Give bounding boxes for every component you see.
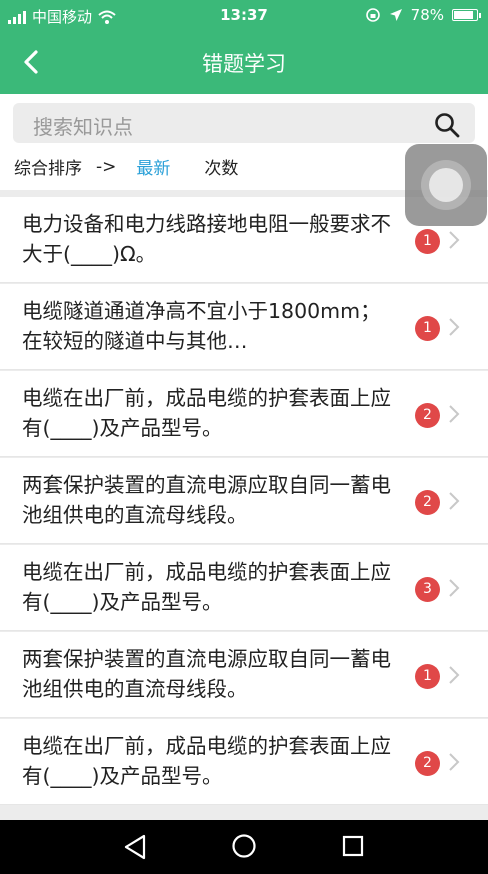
status-bar: 中国移动 13:37 78%	[0, 0, 488, 30]
question-text: 电缆隧道通道净高不宜小于1800mm；在较短的隧道中与其他…	[22, 299, 381, 353]
sort-bar: 综合排序 -> 最新 次数	[14, 154, 238, 180]
question-text: 电缆在出厂前，成品电缆的护套表面上应有(____)及产品型号。	[22, 734, 391, 788]
sort-comprehensive[interactable]: 综合排序	[14, 154, 82, 179]
chevron-right-icon	[449, 231, 460, 249]
question-text: 两套保护装置的直流电源应取自同一蓄电池组供电的直流母线段。	[22, 647, 391, 701]
chevron-right-icon	[449, 666, 460, 684]
list-item[interactable]: 电缆在出厂前，成品电缆的护套表面上应有(____)及产品型号。 2	[0, 371, 488, 457]
chevron-right-icon	[449, 753, 460, 771]
back-triangle-icon[interactable]	[122, 833, 148, 861]
question-text: 电缆在出厂前，成品电缆的护套表面上应有(____)及产品型号。	[22, 386, 391, 440]
list-item[interactable]: 电缆隧道通道净高不宜小于1800mm；在较短的隧道中与其他… 1	[0, 284, 488, 370]
question-text: 两套保护装置的直流电源应取自同一蓄电池组供电的直流母线段。	[22, 473, 391, 527]
list-item[interactable]: 两套保护装置的直流电源应取自同一蓄电池组供电的直流母线段。 1	[0, 632, 488, 718]
sort-count[interactable]: 次数	[204, 154, 238, 179]
assistive-touch-dot	[429, 168, 463, 202]
count-badge: 2	[415, 403, 440, 428]
chevron-right-icon	[449, 318, 460, 336]
search-input[interactable]: 搜索知识点	[13, 103, 475, 143]
count-badge: 2	[415, 751, 440, 776]
battery-icon	[452, 9, 481, 21]
chevron-right-icon	[449, 405, 460, 423]
assistive-touch-button[interactable]	[405, 144, 487, 226]
question-text: 电力设备和电力线路接地电阻一般要求不大于(____)Ω。	[22, 212, 391, 266]
question-text: 电缆在出厂前，成品电缆的护套表面上应有(____)及产品型号。	[22, 560, 391, 614]
count-badge: 1	[415, 316, 440, 341]
list-item[interactable]: 电缆在出厂前，成品电缆的护套表面上应有(____)及产品型号。 3	[0, 545, 488, 631]
home-circle-icon[interactable]	[231, 833, 257, 859]
count-badge: 1	[415, 229, 440, 254]
count-badge: 3	[415, 577, 440, 602]
search-placeholder: 搜索知识点	[33, 115, 133, 139]
list-item[interactable]: 两套保护装置的直流电源应取自同一蓄电池组供电的直流母线段。 2	[0, 458, 488, 544]
page-title: 错题学习	[202, 52, 286, 76]
chevron-right-icon	[449, 492, 460, 510]
chevron-right-icon	[449, 579, 460, 597]
system-nav-bar	[0, 820, 488, 874]
count-badge: 1	[415, 664, 440, 689]
search-icon[interactable]	[433, 111, 461, 139]
question-list: 电力设备和电力线路接地电阻一般要求不大于(____)Ω。 1 电缆隧道通道净高不…	[0, 197, 488, 806]
recent-apps-icon[interactable]	[341, 834, 365, 858]
location-arrow-icon	[389, 9, 402, 21]
sort-arrow: ->	[96, 156, 117, 177]
nav-bar: 错题学习	[0, 30, 488, 94]
sort-latest[interactable]: 最新	[136, 154, 170, 179]
count-badge: 2	[415, 490, 440, 515]
battery-percent: 78%	[410, 6, 444, 24]
lock-rotation-icon	[365, 8, 380, 22]
list-item[interactable]: 电缆在出厂前，成品电缆的护套表面上应有(____)及产品型号。 2	[0, 719, 488, 805]
status-right: 78%	[365, 6, 481, 24]
